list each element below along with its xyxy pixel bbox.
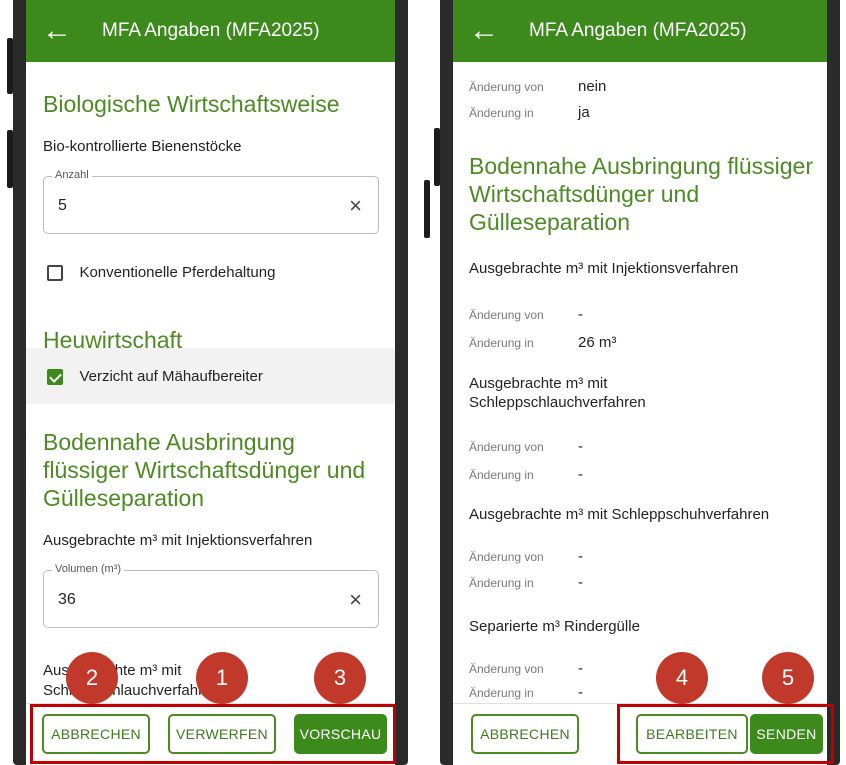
change-from-key: Änderung von — [469, 440, 544, 454]
item-label: Ausgebrachte m³ mit Injektionsverfahren — [469, 260, 739, 277]
step-marker-4: 4 — [656, 652, 708, 704]
step-marker-5: 5 — [762, 652, 814, 704]
bees-count-input[interactable]: Anzahl 5 × — [43, 169, 379, 234]
highlight-box-right — [617, 704, 834, 764]
app-bar: ← MFA Angaben (MFA2025) — [453, 0, 827, 62]
app-title: MFA Angaben (MFA2025) — [529, 20, 747, 41]
clear-icon[interactable]: × — [349, 193, 362, 219]
item-label: Separierte m³ Rindergülle — [469, 618, 640, 635]
change-to-value: ja — [578, 104, 590, 121]
summary-content[interactable]: Änderung von nein Änderung in ja Bodenna… — [453, 62, 827, 703]
field-legend: Anzahl — [52, 169, 92, 181]
change-from-value: - — [578, 660, 583, 677]
clear-icon[interactable]: × — [349, 587, 362, 613]
field-value: 36 — [58, 591, 76, 608]
change-from-value: - — [578, 306, 583, 323]
change-to-value: - — [578, 684, 583, 701]
phone-left: ← MFA Angaben (MFA2025) Biologische Wirt… — [7, 0, 408, 765]
step-marker-2: 2 — [66, 652, 118, 704]
change-to-key: Änderung in — [469, 686, 534, 700]
phone-side-button — [7, 130, 13, 188]
arrow-left-icon[interactable]: ← — [34, 16, 80, 46]
cancel-button[interactable]: ABBRECHEN — [471, 714, 579, 754]
change-from-key: Änderung von — [469, 550, 544, 564]
checkbox-checked-icon[interactable] — [47, 368, 63, 385]
change-from-key: Änderung von — [469, 662, 544, 676]
highlight-box-left — [30, 704, 396, 764]
app-title: MFA Angaben (MFA2025) — [102, 20, 320, 41]
change-to-value: - — [578, 574, 583, 591]
form-content[interactable]: Biologische Wirtschaftsweise Bio-kontrol… — [26, 62, 395, 703]
horse-checkbox-row[interactable]: Konventionelle Pferdehaltung — [47, 264, 275, 282]
change-from-value: - — [578, 548, 583, 565]
change-from-key: Änderung von — [469, 308, 544, 322]
checkbox-icon[interactable] — [47, 264, 63, 281]
change-from-value: nein — [578, 78, 607, 95]
phone-right: ← MFA Angaben (MFA2025) Änderung von nei… — [424, 0, 840, 765]
step-marker-3: 3 — [314, 652, 366, 704]
field-label-bees: Bio-kontrollierte Bienenstöcke — [43, 138, 242, 155]
field-value: 5 — [58, 197, 67, 214]
change-to-value: 26 m³ — [578, 334, 617, 351]
item-label: Ausgebrachte m³ mit Schleppschlauchverfa… — [469, 375, 646, 411]
change-to-key: Änderung in — [469, 468, 534, 482]
step-marker-1: 1 — [196, 652, 248, 704]
phone-side-button — [434, 128, 440, 186]
heu-checkbox-row[interactable]: Verzicht auf Mähaufbereiter — [26, 348, 395, 404]
section-title-bio: Biologische Wirtschaftsweise — [43, 91, 340, 117]
checkbox-label: Verzicht auf Mähaufbereiter — [79, 368, 263, 386]
change-from-value: - — [578, 438, 583, 455]
phone-side-button — [424, 180, 430, 238]
app-bar: ← MFA Angaben (MFA2025) — [26, 0, 395, 62]
field-label-injection: Ausgebrachte m³ mit Injektionsverfahren — [43, 532, 313, 549]
change-to-key: Änderung in — [469, 336, 534, 350]
field-legend: Volumen (m³) — [52, 563, 125, 575]
section-title-boden: Bodennahe Ausbringung flüssiger Wirtscha… — [43, 429, 366, 511]
item-label: Ausgebrachte m³ mit Schleppschuhverfahre… — [469, 506, 770, 523]
injection-volume-input[interactable]: Volumen (m³) 36 × — [43, 563, 379, 628]
screen-left: ← MFA Angaben (MFA2025) Biologische Wirt… — [26, 0, 395, 765]
change-from-key: Änderung von — [469, 80, 544, 94]
section-title-boden: Bodennahe Ausbringung flüssiger Wirtscha… — [469, 153, 813, 235]
screen-right: ← MFA Angaben (MFA2025) Änderung von nei… — [453, 0, 827, 765]
change-to-key: Änderung in — [469, 106, 534, 120]
phone-side-button — [7, 38, 13, 94]
checkbox-label: Konventionelle Pferdehaltung — [79, 264, 276, 282]
stage: ← MFA Angaben (MFA2025) Biologische Wirt… — [0, 0, 846, 765]
change-to-key: Änderung in — [469, 576, 534, 590]
change-to-value: - — [578, 466, 583, 483]
arrow-left-icon[interactable]: ← — [461, 16, 507, 46]
